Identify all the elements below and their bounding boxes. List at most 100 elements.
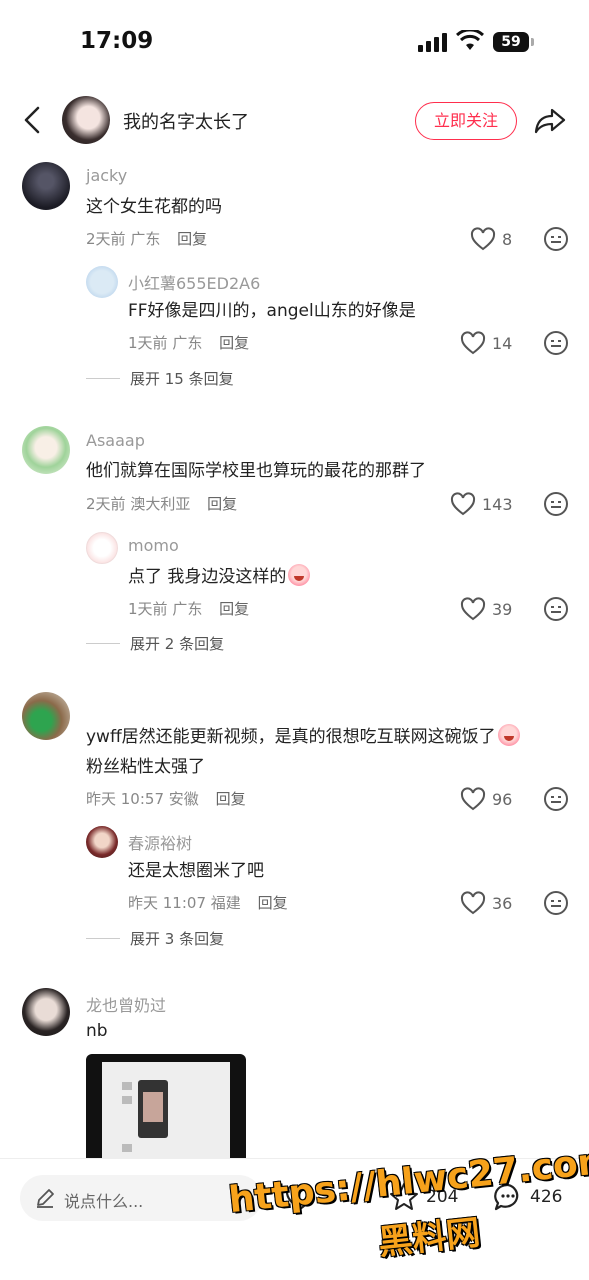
expand-replies-label: 展开 3 条回复 [130, 930, 225, 948]
reply-username[interactable]: momo [128, 536, 179, 555]
reply-username[interactable]: 小红薯655ED2A6 [128, 270, 260, 294]
reply-username[interactable]: 春源裕树 [128, 830, 192, 854]
nav-bar: 我的名字太长了 立即关注 [0, 88, 589, 152]
collect-button[interactable]: 204 [388, 1181, 458, 1213]
like-button[interactable]: 96 [460, 786, 512, 812]
comment-username[interactable]: jacky [86, 166, 127, 185]
comment-image[interactable] [86, 1054, 246, 1158]
expand-replies-button[interactable]: 展开 2 条回复 [86, 633, 224, 654]
comment-list: jacky 这个女生花都的吗 2天前 广东 回复 8 小红薯655ED2A6 F… [0, 152, 589, 1158]
reply-button[interactable]: 回复 [219, 334, 249, 352]
reply-text: 点了 我身边没这样的 [128, 562, 311, 592]
reply-time: 昨天 11:07 [128, 894, 206, 912]
like-button[interactable]: 143 [450, 491, 513, 517]
heart-icon [460, 891, 486, 915]
heart-icon [470, 227, 496, 251]
reply-button[interactable]: 回复 [216, 790, 246, 808]
comment-input[interactable]: 说点什么... [20, 1175, 262, 1221]
like-count: 143 [482, 494, 513, 514]
reply-time: 1天前 [128, 334, 168, 352]
avatar[interactable] [86, 532, 118, 564]
author-name[interactable]: 我的名字太长了 [123, 108, 249, 134]
like-count: 8 [502, 229, 513, 249]
reply-location: 广东 [172, 600, 203, 618]
status-time: 17:09 [80, 28, 154, 54]
expand-replies-button[interactable]: 展开 15 条回复 [86, 368, 234, 389]
bottom-bar: 说点什么... 1 204 426 [0, 1158, 589, 1280]
reply-text: FF好像是四川的，angel山东的好像是 [128, 301, 416, 321]
comment-time: 2天前 [86, 495, 126, 513]
avatar[interactable] [86, 266, 118, 298]
like-button[interactable]: 8 [470, 226, 512, 252]
expand-replies-button[interactable]: 展开 3 条回复 [86, 928, 224, 949]
emoji-react-icon[interactable] [543, 226, 569, 252]
battery-cap [531, 38, 534, 46]
avatar[interactable] [22, 426, 70, 474]
comment-image-screenshot [102, 1062, 230, 1158]
like-count: 36 [492, 893, 513, 913]
reply-button[interactable]: 回复 [219, 600, 249, 618]
comment-location: 广东 [130, 230, 161, 248]
comment-count: 426 [530, 1187, 563, 1207]
comment-button[interactable]: 426 [492, 1181, 562, 1213]
like-count: 96 [492, 789, 513, 809]
back-icon[interactable] [20, 104, 46, 136]
comment-text: nb [86, 1021, 108, 1041]
avatar[interactable] [22, 162, 70, 210]
comment-meta: 昨天 10:57 安徽 回复 [86, 788, 246, 809]
reply-button[interactable]: 回复 [258, 894, 288, 912]
like-button[interactable]: 36 [460, 890, 512, 916]
comment-time: 昨天 10:57 [86, 790, 164, 808]
signal-icon [418, 32, 448, 52]
emoji-react-icon[interactable] [543, 330, 569, 356]
emoji-react-icon[interactable] [543, 890, 569, 916]
emoji-react-icon[interactable] [543, 786, 569, 812]
avatar[interactable] [22, 692, 70, 740]
reply-location: 福建 [210, 894, 241, 912]
reply-text-content: 点了 我身边没这样的 [128, 567, 287, 587]
wifi-icon [456, 30, 484, 50]
collect-count: 204 [426, 1187, 459, 1207]
comment-image-phone [138, 1080, 168, 1138]
heart-icon [460, 597, 486, 621]
comment-meta: 2天前 广东 回复 [86, 228, 207, 249]
comment-username[interactable]: Asaaap [86, 431, 145, 450]
divider [86, 643, 120, 644]
divider [86, 378, 120, 379]
battery-indicator: 59 [493, 32, 529, 52]
heart-icon [450, 492, 476, 516]
reply-meta: 1天前 广东 回复 [128, 598, 249, 619]
like-count: 39 [492, 599, 513, 619]
avatar[interactable] [22, 988, 70, 1036]
like-post-count: 1 [322, 1187, 333, 1207]
avatar[interactable] [86, 826, 118, 858]
like-button[interactable]: 39 [460, 596, 512, 622]
comment-text: 他们就算在国际学校里也算玩的最花的那群了 [86, 461, 426, 481]
pencil-icon [37, 1189, 54, 1208]
reply-location: 广东 [172, 334, 203, 352]
expand-replies-label: 展开 2 条回复 [130, 635, 225, 653]
comment-username[interactable]: 龙也曾奶过 [86, 992, 166, 1016]
follow-button[interactable]: 立即关注 [415, 102, 517, 140]
crying-emoji-icon [288, 564, 311, 586]
reply-time: 1天前 [128, 600, 168, 618]
reply-meta: 1天前 广东 回复 [128, 332, 249, 353]
emoji-react-icon[interactable] [543, 491, 569, 517]
comment-location: 安徽 [168, 790, 199, 808]
crying-emoji-icon [497, 724, 520, 746]
comment-input-placeholder: 说点什么... [64, 1192, 144, 1211]
reply-button[interactable]: 回复 [207, 495, 237, 513]
emoji-react-icon[interactable] [543, 596, 569, 622]
author-avatar[interactable] [62, 96, 110, 144]
like-post-button[interactable]: 1 [284, 1181, 333, 1213]
comment-time: 2天前 [86, 230, 126, 248]
reply-button[interactable]: 回复 [177, 230, 207, 248]
share-icon[interactable] [533, 104, 567, 136]
comment-text-line2: 粉丝粘性太强了 [86, 757, 205, 777]
comment-text: ywff居然还能更新视频，是真的很想吃互联网这碗饭了 [86, 722, 520, 752]
star-icon [390, 1183, 418, 1210]
comment-meta: 2天前 澳大利亚 回复 [86, 493, 237, 514]
like-button[interactable]: 14 [460, 330, 512, 356]
reply-text: 还是太想圈米了吧 [128, 861, 264, 881]
comment-text: 这个女生花都的吗 [86, 197, 222, 217]
